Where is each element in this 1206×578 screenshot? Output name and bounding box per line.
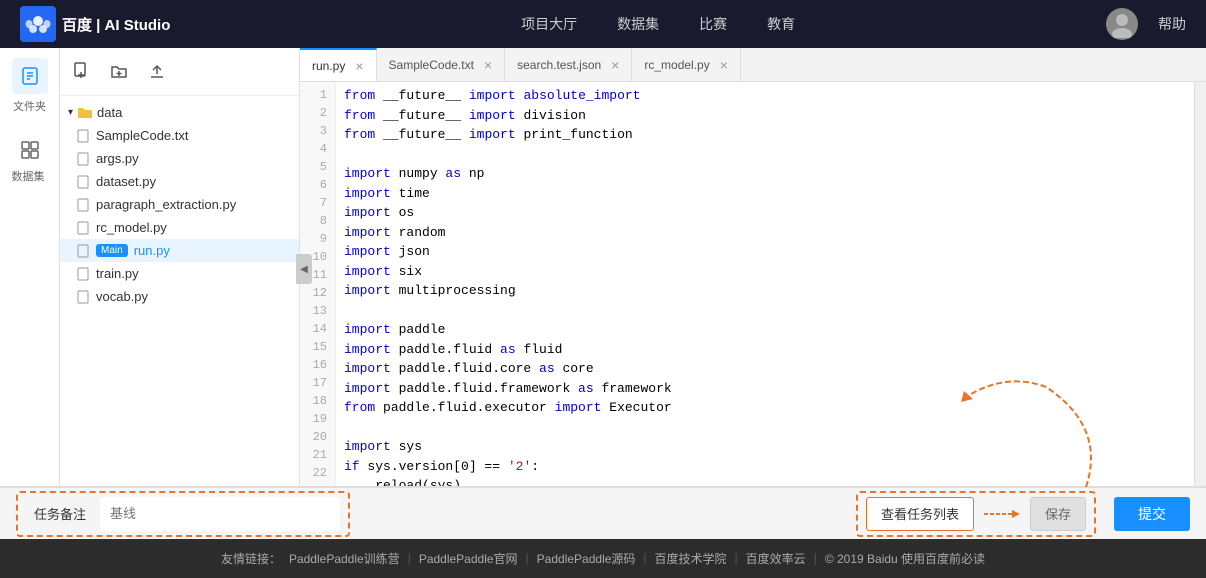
baidu-logo-icon (20, 6, 56, 42)
footer-copyright: © 2019 Baidu 使用百度前必读 (825, 550, 985, 567)
logo-text: 百度 | AI Studio (62, 14, 170, 35)
line-numbers: 1234 5678 9101112 13141516 171819 202122… (300, 82, 336, 486)
footer-link-source[interactable]: PaddlePaddle源码 (537, 550, 636, 567)
folder-name: data (97, 105, 122, 120)
tab-samplecode[interactable]: SampleCode.txt × (377, 48, 506, 81)
new-folder-button[interactable] (106, 60, 132, 87)
new-file-button[interactable] (68, 60, 94, 87)
file-name: args.py (96, 151, 139, 166)
file-tree-toolbar (60, 56, 299, 96)
submit-button[interactable]: 提交 (1114, 497, 1190, 531)
file-icon (76, 290, 90, 304)
tab-label: rc_model.py (644, 58, 709, 72)
file-tree: ▾ data SampleCode.txt args.py dataset.py… (60, 48, 300, 486)
tab-close-icon[interactable]: × (720, 57, 728, 73)
code-editor[interactable]: 1234 5678 9101112 13141516 171819 202122… (300, 82, 1206, 486)
file-icon (76, 221, 90, 235)
upload-button[interactable] (144, 60, 170, 87)
file-name: vocab.py (96, 289, 148, 304)
file-icon (76, 198, 90, 212)
view-tasks-button[interactable]: 查看任务列表 (866, 497, 974, 531)
footer-link-training[interactable]: PaddlePaddle训练营 (289, 550, 400, 567)
file-name: run.py (134, 243, 170, 258)
main-badge: Main (96, 244, 128, 257)
tab-label: run.py (312, 59, 345, 73)
footer-prefix: 友情链接： (221, 550, 281, 567)
sidebar: 文件夹 数据集 (0, 48, 60, 486)
list-item[interactable]: vocab.py (60, 285, 299, 308)
list-item[interactable]: train.py (60, 262, 299, 285)
save-button[interactable]: 保存 (1030, 497, 1086, 531)
chevron-down-icon: ▾ (68, 107, 73, 118)
header: 百度 | AI Studio 项目大厅 数据集 比赛 教育 帮助 (0, 0, 1206, 48)
footer-link-efficiency[interactable]: 百度效率云 (746, 550, 806, 567)
file-icon (76, 152, 90, 166)
tab-search-test[interactable]: search.test.json × (505, 48, 632, 81)
file-icon (76, 129, 90, 143)
avatar[interactable] (1106, 8, 1138, 40)
file-icon (76, 175, 90, 189)
tab-bar: run.py × SampleCode.txt × search.test.js… (300, 48, 1206, 82)
tab-run-py[interactable]: run.py × (300, 48, 377, 81)
nav-item-competition[interactable]: 比赛 (699, 14, 727, 34)
code-content[interactable]: from __future__ import absolute_import f… (336, 82, 1194, 486)
folder-icon (77, 104, 93, 120)
folder-data[interactable]: ▾ data (60, 100, 299, 124)
file-name: paragraph_extraction.py (96, 197, 236, 212)
sidebar-icon-dataset[interactable] (12, 132, 48, 168)
help-button[interactable]: 帮助 (1158, 14, 1186, 34)
header-nav: 项目大厅 数据集 比赛 教育 (210, 14, 1106, 34)
tab-close-icon[interactable]: × (611, 57, 619, 73)
file-name: train.py (96, 266, 139, 281)
list-item[interactable]: SampleCode.txt (60, 124, 299, 147)
file-icon (76, 244, 90, 258)
footer-link-academy[interactable]: 百度技术学院 (655, 550, 727, 567)
file-name: SampleCode.txt (96, 128, 189, 143)
list-item[interactable]: paragraph_extraction.py (60, 193, 299, 216)
tab-close-icon[interactable]: × (355, 58, 363, 74)
list-item[interactable]: dataset.py (60, 170, 299, 193)
task-note-label: 任务备注 (26, 504, 94, 523)
nav-item-project[interactable]: 项目大厅 (521, 14, 577, 34)
bottom-toolbar-wrapper: 任务备注 查看任务列表 保存 提交 (0, 486, 1206, 538)
tab-close-icon[interactable]: × (484, 57, 492, 73)
editor-area: run.py × SampleCode.txt × search.test.js… (300, 48, 1206, 486)
arrow-indicator (982, 504, 1022, 524)
footer-link-official[interactable]: PaddlePaddle官网 (419, 550, 518, 567)
list-item[interactable]: Main run.py (60, 239, 299, 262)
bottom-toolbar: 任务备注 查看任务列表 保存 提交 (0, 487, 1206, 539)
file-name: rc_model.py (96, 220, 167, 235)
list-item[interactable]: args.py (60, 147, 299, 170)
file-icon (76, 267, 90, 281)
baseline-input[interactable] (100, 497, 340, 531)
sidebar-icon-files[interactable] (12, 58, 48, 94)
nav-item-education[interactable]: 教育 (767, 14, 795, 34)
footer: 友情链接： PaddlePaddle训练营 | PaddlePaddle官网 |… (0, 538, 1206, 578)
tab-rc-model[interactable]: rc_model.py × (632, 48, 741, 81)
nav-item-dataset[interactable]: 数据集 (617, 14, 659, 34)
vertical-scrollbar[interactable] (1194, 82, 1206, 486)
header-right: 帮助 (1106, 8, 1186, 40)
tab-label: search.test.json (517, 58, 601, 72)
list-item[interactable]: rc_model.py (60, 216, 299, 239)
logo: 百度 | AI Studio (20, 6, 170, 42)
collapse-arrow[interactable]: ◀ (296, 254, 312, 284)
tab-label: SampleCode.txt (389, 58, 474, 72)
file-name: dataset.py (96, 174, 156, 189)
sidebar-label-dataset: 数据集 (12, 171, 45, 183)
sidebar-label-files: 文件夹 (13, 98, 46, 114)
